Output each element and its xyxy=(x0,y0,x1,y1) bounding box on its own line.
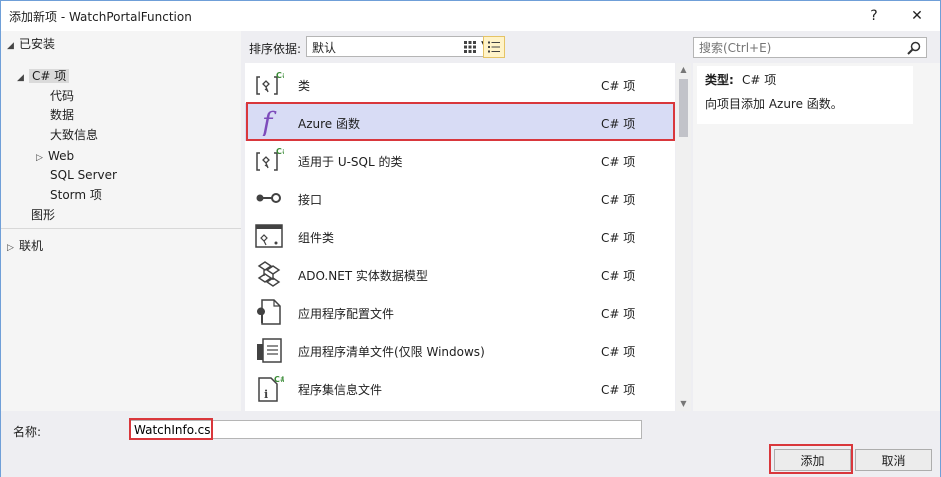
svg-text:C#: C# xyxy=(276,71,284,80)
sort-label: 排序依据: xyxy=(249,42,302,56)
sort-toolbar: 排序依据: 默认 ▼ xyxy=(241,31,691,63)
item-category: C# 项 xyxy=(601,345,636,359)
help-button[interactable]: ? xyxy=(851,1,897,31)
list-item[interactable]: C# 适用于 U-SQL 的类 C# 项 xyxy=(245,141,675,179)
scroll-down-icon[interactable]: ▼ xyxy=(676,397,691,411)
search-input[interactable] xyxy=(697,39,902,56)
list-item[interactable]: 应用程序清单文件(仅限 Windows) C# 项 xyxy=(245,331,675,369)
details-panel: 类型: C# 项 向项目添加 Azure 函数。 xyxy=(693,63,940,411)
template-list: C# 类 C# 项 f Azure 函数 C# 项 C# 适用于 U-SQL 的… xyxy=(245,63,675,411)
list-scrollbar[interactable]: ▲ ▼ xyxy=(676,63,691,411)
item-category: C# 项 xyxy=(601,117,636,131)
item-description: 向项目添加 Azure 函数。 xyxy=(705,97,843,111)
tree-label-online: 联机 xyxy=(19,239,44,253)
template-category-tree: ◢ 已安装 ◢ C# 项 代码 数据 大致信息 ▷ Web SQL Server St… xyxy=(1,31,241,411)
item-category: C# 项 xyxy=(601,155,636,169)
item-category: C# 项 xyxy=(601,193,636,207)
list-view-icon xyxy=(488,41,500,53)
tree-node-sql-server[interactable]: SQL Server xyxy=(50,165,117,185)
expanded-arrow-icon[interactable]: ◢ xyxy=(17,68,29,88)
list-view-button[interactable] xyxy=(483,36,505,58)
component-class-icon xyxy=(255,224,283,248)
tree-label-web: Web xyxy=(48,149,75,163)
config-file-icon xyxy=(256,299,281,325)
manifest-file-icon xyxy=(257,338,282,363)
tree-node-graphics[interactable]: 图形 xyxy=(31,205,55,225)
item-name: 应用程序配置文件 xyxy=(298,307,395,321)
item-name: 程序集信息文件 xyxy=(298,383,383,397)
sort-value: 默认 xyxy=(312,41,337,55)
tree-label-installed: 已安装 xyxy=(19,37,56,51)
scroll-up-icon[interactable]: ▲ xyxy=(676,63,691,77)
class-icon: C# xyxy=(256,71,284,95)
svg-text:i: i xyxy=(264,388,268,401)
item-category: C# 项 xyxy=(601,269,636,283)
list-item[interactable]: C# 类 C# 项 xyxy=(245,65,675,103)
name-label: 名称: xyxy=(13,425,42,439)
svg-text:f: f xyxy=(260,108,277,136)
tree-divider xyxy=(1,228,241,229)
item-category: C# 项 xyxy=(601,307,636,321)
add-button[interactable]: 添加 xyxy=(774,449,851,471)
assembly-info-icon: i C# xyxy=(258,375,284,402)
list-item-selected[interactable]: f Azure 函数 C# 项 xyxy=(245,103,675,141)
search-icon[interactable] xyxy=(906,40,922,56)
tree-node-installed[interactable]: ◢ 已安装 xyxy=(7,34,55,54)
item-name: 类 xyxy=(298,79,311,93)
item-category: C# 项 xyxy=(601,383,636,397)
svg-text:C#: C# xyxy=(274,375,284,384)
search-box[interactable] xyxy=(693,37,927,58)
item-category: C# 项 xyxy=(601,231,636,245)
type-label: 类型: xyxy=(705,73,734,87)
item-name: 应用程序清单文件(仅限 Windows) xyxy=(298,345,485,359)
details-box: 类型: C# 项 向项目添加 Azure 函数。 xyxy=(697,66,913,124)
grid-view-button[interactable] xyxy=(459,36,481,58)
tree-node-code[interactable]: 代码 xyxy=(50,86,74,106)
type-value: C# 项 xyxy=(742,73,777,87)
scrollbar-thumb[interactable] xyxy=(679,79,688,137)
tree-node-web[interactable]: ▷ Web xyxy=(36,146,74,166)
tree-node-data[interactable]: 数据 xyxy=(50,105,74,125)
svg-text:C#: C# xyxy=(276,147,284,156)
grid-view-icon xyxy=(464,41,476,53)
collapsed-arrow-icon[interactable]: ▷ xyxy=(7,238,19,258)
interface-icon xyxy=(256,193,281,203)
entity-model-icon xyxy=(257,261,281,287)
window-title: 添加新项 - WatchPortalFunction xyxy=(9,10,192,24)
item-name: 组件类 xyxy=(298,231,335,245)
azure-function-icon: f xyxy=(260,108,277,136)
collapsed-arrow-icon[interactable]: ▷ xyxy=(36,148,48,168)
list-item[interactable]: 组件类 C# 项 xyxy=(245,217,675,255)
list-item[interactable]: 接口 C# 项 xyxy=(245,179,675,217)
item-name: 适用于 U-SQL 的类 xyxy=(298,155,403,169)
tree-node-general[interactable]: 大致信息 xyxy=(50,125,98,145)
list-item[interactable]: ADO.NET 实体数据模型 C# 项 xyxy=(245,255,675,293)
list-item[interactable]: 应用程序配置文件 C# 项 xyxy=(245,293,675,331)
cancel-button[interactable]: 取消 xyxy=(855,449,932,471)
item-name: Azure 函数 xyxy=(298,117,360,131)
tree-node-online[interactable]: ▷ 联机 xyxy=(7,236,43,256)
item-name: ADO.NET 实体数据模型 xyxy=(298,269,428,283)
name-input[interactable] xyxy=(130,420,642,439)
tree-node-storm[interactable]: Storm 项 xyxy=(50,185,102,205)
close-button[interactable]: ✕ xyxy=(894,1,940,31)
title-bar: 添加新项 - WatchPortalFunction ? ✕ xyxy=(1,1,940,31)
tree-node-csharp[interactable]: ◢ C# 项 xyxy=(17,66,70,88)
dialog-footer: 名称: 添加 取消 xyxy=(1,411,940,477)
class-icon: C# xyxy=(256,147,284,171)
item-category: C# 项 xyxy=(601,79,636,93)
list-item[interactable]: i C# 程序集信息文件 C# 项 xyxy=(245,369,675,407)
tree-label-csharp: C# 项 xyxy=(29,69,70,83)
expanded-arrow-icon[interactable]: ◢ xyxy=(7,36,19,56)
item-name: 接口 xyxy=(298,193,323,207)
add-new-item-dialog: 添加新项 - WatchPortalFunction ? ✕ ◢ 已安装 ◢ C# … xyxy=(0,0,941,477)
